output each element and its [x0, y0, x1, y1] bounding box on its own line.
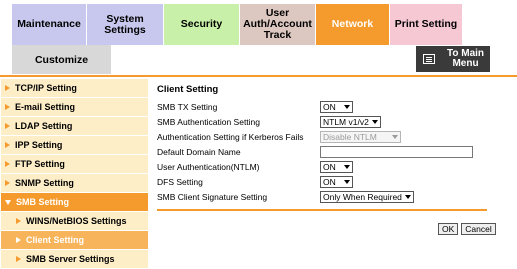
sidebar-item-email[interactable]: E-mail Setting [1, 98, 148, 117]
chevron-down-icon [371, 119, 378, 124]
top-tab-bar: Maintenance System Settings Security Use… [12, 4, 463, 45]
smb-tx-label: SMB TX Setting [157, 101, 218, 112]
sidebar-subitem-client-setting[interactable]: Client Setting [1, 231, 148, 250]
arrow-right-icon [16, 237, 21, 243]
tab-user-auth-account-track[interactable]: User Auth/Account Track [240, 4, 316, 45]
user-auth-row: User Authentication(NTLM) ON [157, 159, 509, 174]
kerberos-fail-label: Authentication Setting if Kerberos Fails [157, 131, 304, 142]
sidebar-item-ftp[interactable]: FTP Setting [1, 155, 148, 174]
smb-tx-select[interactable]: ON [320, 100, 353, 113]
default-domain-row: Default Domain Name [157, 144, 509, 159]
smb-tx-row: SMB TX Setting ON [157, 99, 509, 114]
ok-button[interactable]: OK [438, 223, 459, 235]
tab-system-settings[interactable]: System Settings [87, 4, 164, 45]
tab-customize[interactable]: Customize [12, 45, 111, 74]
sidebar-subitem-wins-netbios[interactable]: WINS/NetBIOS Settings [1, 212, 148, 231]
sidebar-item-label: E-mail Setting [15, 102, 76, 112]
to-main-menu-label: To Main Menu [446, 48, 485, 69]
page-title: Client Setting [157, 84, 219, 95]
sidebar: TCP/IP Setting E-mail Setting LDAP Setti… [1, 79, 148, 269]
menu-icon [423, 54, 435, 64]
arrow-right-icon [5, 161, 10, 167]
arrow-right-icon [5, 123, 10, 129]
sidebar-subitem-label: WINS/NetBIOS Settings [26, 216, 127, 226]
sidebar-item-smb[interactable]: SMB Setting [1, 193, 148, 212]
arrow-right-icon [16, 256, 21, 262]
arrow-right-icon [5, 142, 10, 148]
user-auth-select[interactable]: ON [320, 160, 353, 173]
sidebar-item-ldap[interactable]: LDAP Setting [1, 117, 148, 136]
tab-security[interactable]: Security [164, 4, 240, 45]
chevron-down-icon [392, 134, 398, 139]
sidebar-subitem-label: Client Setting [26, 235, 84, 245]
arrow-right-icon [5, 85, 10, 91]
kerberos-fail-row: Authentication Setting if Kerberos Fails… [157, 129, 509, 144]
cancel-button[interactable]: Cancel [461, 223, 496, 235]
chevron-down-icon [344, 179, 350, 184]
arrow-down-icon [5, 199, 11, 205]
tab-network[interactable]: Network [316, 4, 390, 45]
signature-row: SMB Client Signature Setting Only When R… [157, 189, 509, 204]
sidebar-item-snmp[interactable]: SNMP Setting [1, 174, 148, 193]
default-domain-label: Default Domain Name [157, 146, 241, 157]
smb-tx-value: ON [323, 101, 336, 112]
sidebar-subitem-label: SMB Server Settings [26, 254, 115, 264]
dfs-select[interactable]: ON [320, 175, 353, 188]
signature-value: Only When Required [323, 191, 402, 202]
header-divider [0, 75, 517, 77]
sidebar-item-label: IPP Setting [15, 140, 63, 150]
sidebar-item-label: TCP/IP Setting [15, 83, 77, 93]
smb-auth-value: NTLM v1/v2 [323, 116, 369, 127]
signature-label: SMB Client Signature Setting [157, 191, 268, 202]
user-auth-value: ON [323, 161, 336, 172]
chevron-down-icon [344, 164, 350, 169]
chevron-down-icon [404, 194, 411, 199]
sidebar-item-label: FTP Setting [15, 159, 65, 169]
smb-auth-row: SMB Authentication Setting NTLM v1/v2 [157, 114, 509, 129]
sidebar-subitem-smb-server[interactable]: SMB Server Settings [1, 250, 148, 269]
sidebar-item-tcpip[interactable]: TCP/IP Setting [1, 79, 148, 98]
signature-select[interactable]: Only When Required [320, 190, 414, 203]
user-auth-label: User Authentication(NTLM) [157, 161, 260, 172]
arrow-right-icon [16, 218, 21, 224]
form-buttons: OK Cancel [438, 223, 496, 235]
kerberos-fail-select: Disable NTLM [320, 130, 401, 143]
client-setting-panel: Client Setting SMB TX Setting ON SMB Aut… [157, 84, 509, 211]
to-main-menu-button[interactable]: To Main Menu [416, 46, 490, 72]
sidebar-item-ipp[interactable]: IPP Setting [1, 136, 148, 155]
content-divider [157, 209, 487, 211]
chevron-down-icon [344, 104, 350, 109]
dfs-value: ON [323, 176, 336, 187]
dfs-label: DFS Setting [157, 176, 203, 187]
tab-print-setting[interactable]: Print Setting [390, 4, 463, 45]
default-domain-input[interactable] [320, 145, 473, 158]
sidebar-item-label: SMB Setting [16, 197, 69, 207]
arrow-right-icon [5, 104, 10, 110]
smb-auth-select[interactable]: NTLM v1/v2 [320, 115, 381, 128]
arrow-right-icon [5, 180, 10, 186]
dfs-row: DFS Setting ON [157, 174, 509, 189]
sidebar-item-label: LDAP Setting [15, 121, 73, 131]
kerberos-fail-value: Disable NTLM [323, 131, 377, 142]
smb-auth-label: SMB Authentication Setting [157, 116, 261, 127]
tab-maintenance[interactable]: Maintenance [12, 4, 87, 45]
sidebar-item-label: SNMP Setting [15, 178, 74, 188]
